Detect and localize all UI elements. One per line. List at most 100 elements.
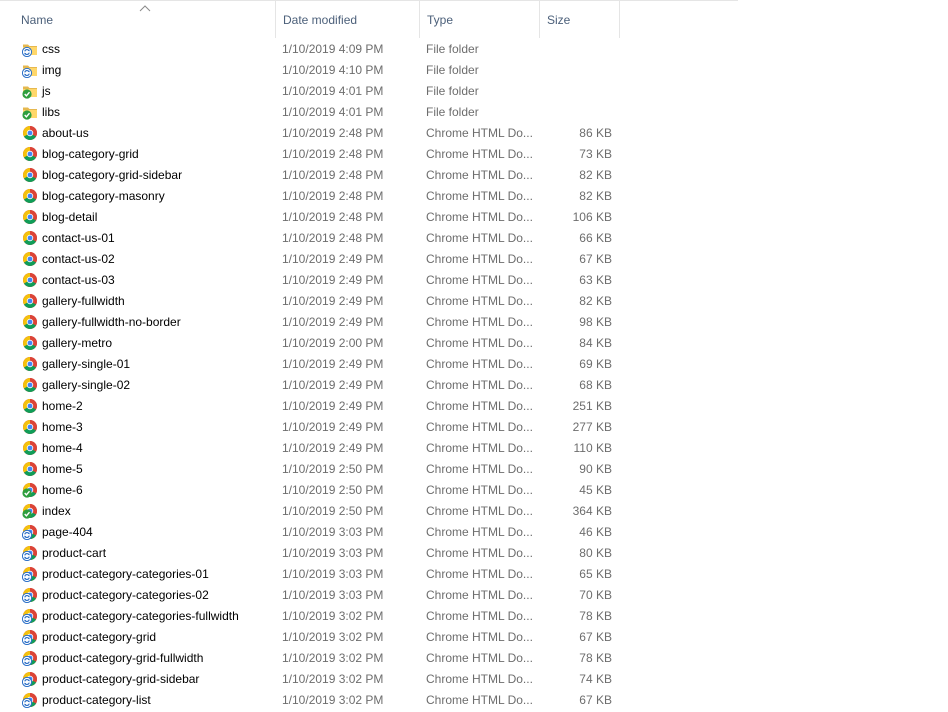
file-name: product-cart [42,546,107,560]
file-size: 251 KB [572,399,612,413]
file-type: File folder [426,84,479,98]
file-name: product-category-categories-01 [42,567,209,581]
chrome-html-synced-icon [22,483,37,498]
file-date-modified: 1/10/2019 3:03 PM [282,546,384,560]
file-size: 82 KB [579,189,612,203]
file-row[interactable]: blog-detail 1/10/2019 2:48 PM Chrome HTML … [0,207,740,228]
file-row[interactable]: js 1/10/2019 4:01 PM File folder [0,81,740,102]
chrome-html-sync-icon [22,588,37,603]
file-row[interactable]: home-4 1/10/2019 2:49 PM Chrome HTML Do...… [0,438,740,459]
file-date-modified: 1/10/2019 3:03 PM [282,525,384,539]
column-header-type[interactable]: Type [419,0,540,38]
file-size: 68 KB [579,378,612,392]
file-date-modified: 1/10/2019 2:48 PM [282,189,384,203]
file-row[interactable]: contact-us-01 1/10/2019 2:48 PM Chrome HTM… [0,228,740,249]
file-row[interactable]: gallery-single-01 1/10/2019 2:49 PM Chrome… [0,354,740,375]
file-type: Chrome HTML Do... [426,273,533,287]
file-type: Chrome HTML Do... [426,441,533,455]
file-type: Chrome HTML Do... [426,252,533,266]
file-type: File folder [426,42,479,56]
file-row[interactable]: blog-category-grid 1/10/2019 2:48 PM Chrom… [0,144,740,165]
file-row[interactable]: blog-category-grid-sidebar 1/10/2019 2:48… [0,165,740,186]
file-name: product-category-list [42,693,151,707]
file-type: Chrome HTML Do... [426,294,533,308]
file-row[interactable]: page-404 1/10/2019 3:03 PM Chrome HTML Do.… [0,522,740,543]
chrome-html-icon [23,420,37,434]
chrome-html-icon [23,315,37,329]
file-name: blog-category-masonry [42,189,165,203]
file-row[interactable]: libs 1/10/2019 4:01 PM File folder [0,102,740,123]
file-row[interactable]: contact-us-03 1/10/2019 2:49 PM Chrome HTM… [0,270,740,291]
file-size: 67 KB [579,693,612,707]
file-date-modified: 1/10/2019 2:49 PM [282,252,384,266]
file-row[interactable]: home-6 1/10/2019 2:50 PM Chrome HTML Do...… [0,480,740,501]
file-row[interactable]: product-category-categories-02 1/10/2019 … [0,585,740,606]
file-name: libs [42,105,61,119]
file-row[interactable]: product-category-categories-01 1/10/2019 … [0,564,740,585]
file-size: 46 KB [579,525,612,539]
file-name: about-us [42,126,89,140]
file-name: blog-category-grid [42,147,139,161]
file-type: Chrome HTML Do... [426,231,533,245]
file-row[interactable]: blog-category-masonry 1/10/2019 2:48 PM Ch… [0,186,740,207]
chrome-html-sync-icon [22,693,37,708]
file-row[interactable]: home-2 1/10/2019 2:49 PM Chrome HTML Do...… [0,396,740,417]
file-type: File folder [426,105,479,119]
file-row[interactable]: css 1/10/2019 4:09 PM File folder [0,39,740,60]
file-date-modified: 1/10/2019 2:49 PM [282,273,384,287]
file-date-modified: 1/10/2019 4:01 PM [282,105,384,119]
file-row[interactable]: gallery-fullwidth 1/10/2019 2:49 PM Chrome… [0,291,740,312]
file-size: 74 KB [579,672,612,686]
file-size: 78 KB [579,609,612,623]
file-row[interactable]: gallery-fullwidth-no-border 1/10/2019 2:4… [0,312,740,333]
chrome-html-icon [23,294,37,308]
file-row[interactable]: product-category-grid 1/10/2019 3:02 PM Ch… [0,627,740,648]
file-type: Chrome HTML Do... [426,588,533,602]
chrome-html-sync-icon [22,672,37,687]
chrome-html-sync-icon [22,546,37,561]
file-type: Chrome HTML Do... [426,672,533,686]
file-date-modified: 1/10/2019 4:09 PM [282,42,384,56]
file-name: gallery-fullwidth-no-border [42,315,181,329]
file-name: gallery-single-02 [42,378,131,392]
file-type: Chrome HTML Do... [426,168,533,182]
file-date-modified: 1/10/2019 2:48 PM [282,231,384,245]
file-date-modified: 1/10/2019 2:48 PM [282,147,384,161]
file-date-modified: 1/10/2019 2:48 PM [282,210,384,224]
column-header-size[interactable]: Size [539,0,620,38]
chrome-html-sync-icon [22,567,37,582]
file-name: home-5 [42,462,83,476]
file-row[interactable]: index 1/10/2019 2:50 PM Chrome HTML Do... 3… [0,501,740,522]
chrome-html-sync-icon [22,609,37,624]
file-date-modified: 1/10/2019 2:49 PM [282,294,384,308]
column-header-bar: Name Date modified Type Size [0,0,740,38]
file-row[interactable]: product-cart 1/10/2019 3:03 PM Chrome HTML… [0,543,740,564]
file-name: contact-us-02 [42,252,115,266]
file-row[interactable]: product-category-grid-fullwidth 1/10/2019… [0,648,740,669]
file-date-modified: 1/10/2019 2:48 PM [282,126,384,140]
folder-sync-icon [22,44,37,57]
column-header-name[interactable]: Name [14,0,275,38]
file-row[interactable]: about-us 1/10/2019 2:48 PM Chrome HTML Do.… [0,123,740,144]
file-type: File folder [426,63,479,77]
file-row[interactable]: home-5 1/10/2019 2:50 PM Chrome HTML Do...… [0,459,740,480]
chrome-html-icon [23,441,37,455]
file-row[interactable]: gallery-metro 1/10/2019 2:00 PM Chrome HTM… [0,333,740,354]
file-row[interactable]: gallery-single-02 1/10/2019 2:49 PM Chrome… [0,375,740,396]
file-date-modified: 1/10/2019 2:49 PM [282,357,384,371]
file-date-modified: 1/10/2019 3:02 PM [282,651,384,665]
chrome-html-icon [23,168,37,182]
file-date-modified: 1/10/2019 2:49 PM [282,420,384,434]
file-row[interactable]: home-3 1/10/2019 2:49 PM Chrome HTML Do...… [0,417,740,438]
file-size: 63 KB [579,273,612,287]
file-name: img [42,63,62,77]
file-row[interactable]: product-category-categories-fullwidth 1/1… [0,606,740,627]
file-name: contact-us-01 [42,231,115,245]
file-size: 66 KB [579,231,612,245]
file-row[interactable]: img 1/10/2019 4:10 PM File folder [0,60,740,81]
file-row[interactable]: product-category-grid-sidebar 1/10/2019 3… [0,669,740,690]
file-row[interactable]: product-category-list 1/10/2019 3:02 PM Ch… [0,690,740,711]
file-date-modified: 1/10/2019 2:00 PM [282,336,384,350]
column-header-date-modified[interactable]: Date modified [275,0,420,38]
file-row[interactable]: contact-us-02 1/10/2019 2:49 PM Chrome HTM… [0,249,740,270]
